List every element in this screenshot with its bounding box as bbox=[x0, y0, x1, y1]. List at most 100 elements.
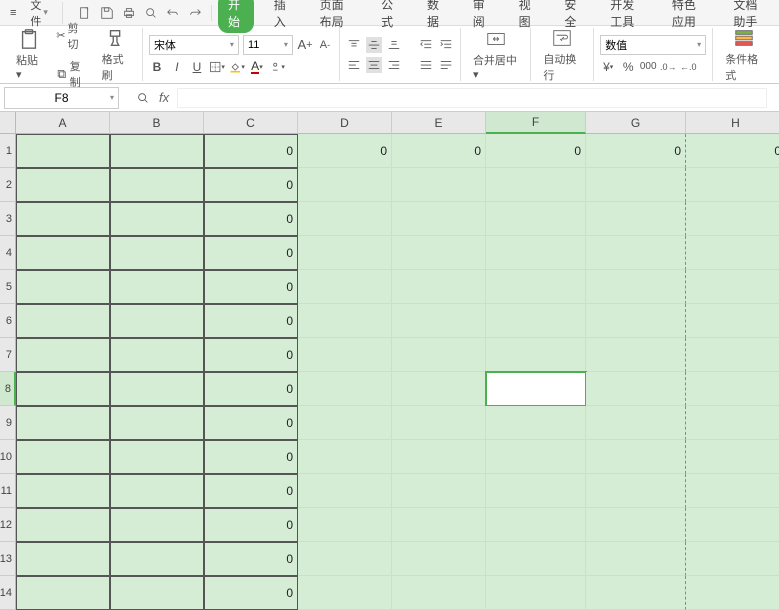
cell-B3[interactable] bbox=[110, 202, 204, 236]
cell-H7[interactable] bbox=[686, 338, 779, 372]
comma-icon[interactable]: 000 bbox=[640, 59, 656, 75]
col-header-F[interactable]: F bbox=[486, 112, 586, 134]
merge-center-button[interactable]: 合并居中 ▾ bbox=[467, 26, 524, 83]
cell-E7[interactable] bbox=[392, 338, 486, 372]
cell-H12[interactable] bbox=[686, 508, 779, 542]
cell-F12[interactable] bbox=[486, 508, 586, 542]
search-fx-icon[interactable] bbox=[135, 90, 151, 106]
cell-D8[interactable] bbox=[298, 372, 392, 406]
cell-A11[interactable] bbox=[16, 474, 110, 508]
cell-B10[interactable] bbox=[110, 440, 204, 474]
cell-G3[interactable] bbox=[586, 202, 686, 236]
cell-A13[interactable] bbox=[16, 542, 110, 576]
cell-G10[interactable] bbox=[586, 440, 686, 474]
col-header-G[interactable]: G bbox=[586, 112, 686, 134]
cell-A2[interactable] bbox=[16, 168, 110, 202]
col-header-C[interactable]: C bbox=[204, 112, 298, 134]
cell-A1[interactable] bbox=[16, 134, 110, 168]
cell-F9[interactable] bbox=[486, 406, 586, 440]
row-header-3[interactable]: 3 bbox=[0, 202, 16, 236]
cell-D1[interactable]: 0 bbox=[298, 134, 392, 168]
col-header-A[interactable]: A bbox=[16, 112, 110, 134]
cell-H3[interactable] bbox=[686, 202, 779, 236]
cell-D5[interactable] bbox=[298, 270, 392, 304]
cell-F7[interactable] bbox=[486, 338, 586, 372]
decrease-indent-icon[interactable] bbox=[418, 37, 434, 53]
cell-F10[interactable] bbox=[486, 440, 586, 474]
cell-G5[interactable] bbox=[586, 270, 686, 304]
row-header-13[interactable]: 13 bbox=[0, 542, 16, 576]
cell-H10[interactable] bbox=[686, 440, 779, 474]
cell-F3[interactable] bbox=[486, 202, 586, 236]
increase-font-icon[interactable]: A+ bbox=[297, 37, 313, 53]
align-bottom-icon[interactable] bbox=[386, 37, 402, 53]
cell-B9[interactable] bbox=[110, 406, 204, 440]
italic-button[interactable]: I bbox=[169, 59, 185, 75]
align-top-icon[interactable] bbox=[346, 37, 362, 53]
cell-G6[interactable] bbox=[586, 304, 686, 338]
cell-G11[interactable] bbox=[586, 474, 686, 508]
preview-icon[interactable] bbox=[143, 5, 159, 21]
cell-D13[interactable] bbox=[298, 542, 392, 576]
cell-B6[interactable] bbox=[110, 304, 204, 338]
font-color-button[interactable]: A▾ bbox=[249, 59, 265, 75]
cell-F6[interactable] bbox=[486, 304, 586, 338]
cell-H6[interactable] bbox=[686, 304, 779, 338]
cell-D10[interactable] bbox=[298, 440, 392, 474]
number-format-select[interactable]: 数值▾ bbox=[600, 35, 706, 55]
row-header-10[interactable]: 10 bbox=[0, 440, 16, 474]
underline-button[interactable]: U bbox=[189, 59, 205, 75]
cell-G14[interactable] bbox=[586, 576, 686, 610]
cell-B8[interactable] bbox=[110, 372, 204, 406]
cell-E13[interactable] bbox=[392, 542, 486, 576]
cell-E6[interactable] bbox=[392, 304, 486, 338]
cell-G1[interactable]: 0 bbox=[586, 134, 686, 168]
cell-B1[interactable] bbox=[110, 134, 204, 168]
cell-A12[interactable] bbox=[16, 508, 110, 542]
justify-icon[interactable] bbox=[418, 57, 434, 73]
col-header-D[interactable]: D bbox=[298, 112, 392, 134]
cell-C2[interactable]: 0 bbox=[204, 168, 298, 202]
cell-H1[interactable]: 0 bbox=[686, 134, 779, 168]
cell-C13[interactable]: 0 bbox=[204, 542, 298, 576]
cell-A3[interactable] bbox=[16, 202, 110, 236]
cell-D6[interactable] bbox=[298, 304, 392, 338]
cell-H14[interactable] bbox=[686, 576, 779, 610]
align-middle-icon[interactable] bbox=[366, 37, 382, 53]
row-header-9[interactable]: 9 bbox=[0, 406, 16, 440]
cell-A7[interactable] bbox=[16, 338, 110, 372]
row-header-6[interactable]: 6 bbox=[0, 304, 16, 338]
cell-D3[interactable] bbox=[298, 202, 392, 236]
cell-H4[interactable] bbox=[686, 236, 779, 270]
cell-B4[interactable] bbox=[110, 236, 204, 270]
cell-C6[interactable]: 0 bbox=[204, 304, 298, 338]
cell-D11[interactable] bbox=[298, 474, 392, 508]
cell-C4[interactable]: 0 bbox=[204, 236, 298, 270]
bold-button[interactable]: B bbox=[149, 59, 165, 75]
cell-A14[interactable] bbox=[16, 576, 110, 610]
row-header-4[interactable]: 4 bbox=[0, 236, 16, 270]
cell-F13[interactable] bbox=[486, 542, 586, 576]
row-header-2[interactable]: 2 bbox=[0, 168, 16, 202]
currency-icon[interactable]: ¥ ▾ bbox=[600, 59, 616, 75]
cell-B5[interactable] bbox=[110, 270, 204, 304]
row-header-12[interactable]: 12 bbox=[0, 508, 16, 542]
select-all-corner[interactable] bbox=[0, 112, 16, 134]
cell-G12[interactable] bbox=[586, 508, 686, 542]
cell-E3[interactable] bbox=[392, 202, 486, 236]
col-header-B[interactable]: B bbox=[110, 112, 204, 134]
row-header-14[interactable]: 14 bbox=[0, 576, 16, 610]
cell-F8[interactable] bbox=[486, 372, 586, 406]
conditional-format-button[interactable]: 条件格式 bbox=[719, 25, 769, 85]
cell-F1[interactable]: 0 bbox=[486, 134, 586, 168]
align-center-icon[interactable] bbox=[366, 57, 382, 73]
cell-H9[interactable] bbox=[686, 406, 779, 440]
cell-C14[interactable]: 0 bbox=[204, 576, 298, 610]
borders-button[interactable]: ▾ bbox=[209, 59, 225, 75]
cell-G13[interactable] bbox=[586, 542, 686, 576]
cell-H5[interactable] bbox=[686, 270, 779, 304]
cell-C10[interactable]: 0 bbox=[204, 440, 298, 474]
cell-B11[interactable] bbox=[110, 474, 204, 508]
increase-decimal-icon[interactable]: .0→ bbox=[660, 59, 676, 75]
cell-E11[interactable] bbox=[392, 474, 486, 508]
